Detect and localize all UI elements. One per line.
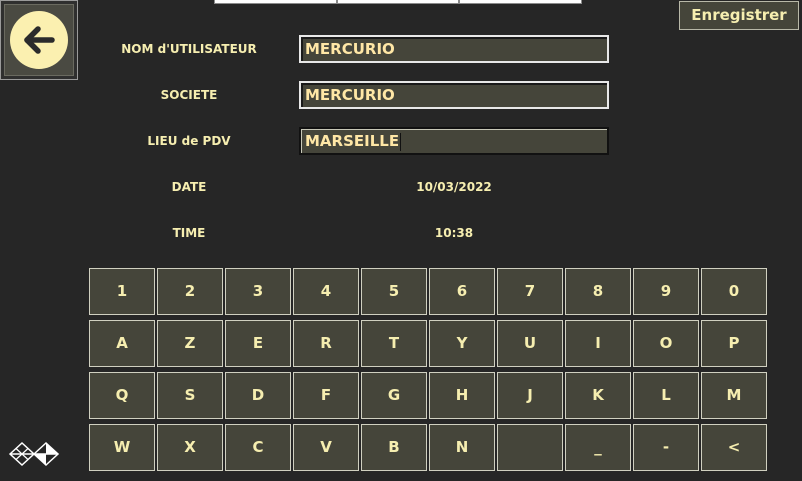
key[interactable]: G <box>361 372 427 419</box>
key[interactable]: 3 <box>225 268 291 315</box>
key[interactable]: S <box>157 372 223 419</box>
text-caret <box>400 132 402 151</box>
key[interactable]: D <box>225 372 291 419</box>
key[interactable]: - <box>633 424 699 471</box>
key[interactable]: 1 <box>89 268 155 315</box>
save-button[interactable]: Enregistrer <box>679 1 799 30</box>
key[interactable]: H <box>429 372 495 419</box>
key[interactable]: 4 <box>293 268 359 315</box>
username-field[interactable]: MERCURIO <box>299 35 609 63</box>
key[interactable]: Q <box>89 372 155 419</box>
time-value: 10:38 <box>434 226 474 240</box>
back-button-inner <box>4 4 74 76</box>
date-label: DATE <box>171 180 207 194</box>
key[interactable]: 2 <box>157 268 223 315</box>
key[interactable]: M <box>701 372 767 419</box>
key[interactable]: 7 <box>497 268 563 315</box>
location-label: LIEU de PDV <box>147 134 231 148</box>
key[interactable]: J <box>497 372 563 419</box>
key[interactable]: I <box>565 320 631 367</box>
key[interactable]: Z <box>157 320 223 367</box>
key[interactable]: U <box>497 320 563 367</box>
key[interactable]: < <box>701 424 767 471</box>
location-field[interactable]: MARSEILLE <box>299 127 609 155</box>
tab-3[interactable] <box>459 0 583 4</box>
key[interactable]: V <box>293 424 359 471</box>
key[interactable]: X <box>157 424 223 471</box>
date-value: 10/03/2022 <box>416 180 492 194</box>
key[interactable]: R <box>293 320 359 367</box>
key[interactable]: _ <box>565 424 631 471</box>
top-tab-strip <box>214 0 583 5</box>
key[interactable]: 5 <box>361 268 427 315</box>
key[interactable] <box>497 424 563 471</box>
company-label: SOCIETE <box>160 88 218 102</box>
key[interactable]: A <box>89 320 155 367</box>
tab-2[interactable] <box>336 0 460 4</box>
username-label: NOM d'UTILISATEUR <box>121 42 257 56</box>
key[interactable]: W <box>89 424 155 471</box>
key[interactable]: P <box>701 320 767 367</box>
key[interactable]: 8 <box>565 268 631 315</box>
key[interactable]: L <box>633 372 699 419</box>
key[interactable]: T <box>361 320 427 367</box>
key[interactable]: 9 <box>633 268 699 315</box>
brand-logo-icon <box>8 440 64 472</box>
time-label: TIME <box>172 226 206 240</box>
tab-1[interactable] <box>214 0 337 4</box>
key[interactable]: O <box>633 320 699 367</box>
location-field-text: MARSEILLE <box>305 132 400 150</box>
key[interactable]: 6 <box>429 268 495 315</box>
arrow-left-icon <box>10 11 68 69</box>
key[interactable]: C <box>225 424 291 471</box>
back-button[interactable] <box>0 0 78 80</box>
key[interactable]: F <box>293 372 359 419</box>
key[interactable]: 0 <box>701 268 767 315</box>
key[interactable]: B <box>361 424 427 471</box>
key[interactable]: Y <box>429 320 495 367</box>
key[interactable]: N <box>429 424 495 471</box>
key[interactable]: K <box>565 372 631 419</box>
key[interactable]: E <box>225 320 291 367</box>
company-field[interactable]: MERCURIO <box>299 81 609 109</box>
